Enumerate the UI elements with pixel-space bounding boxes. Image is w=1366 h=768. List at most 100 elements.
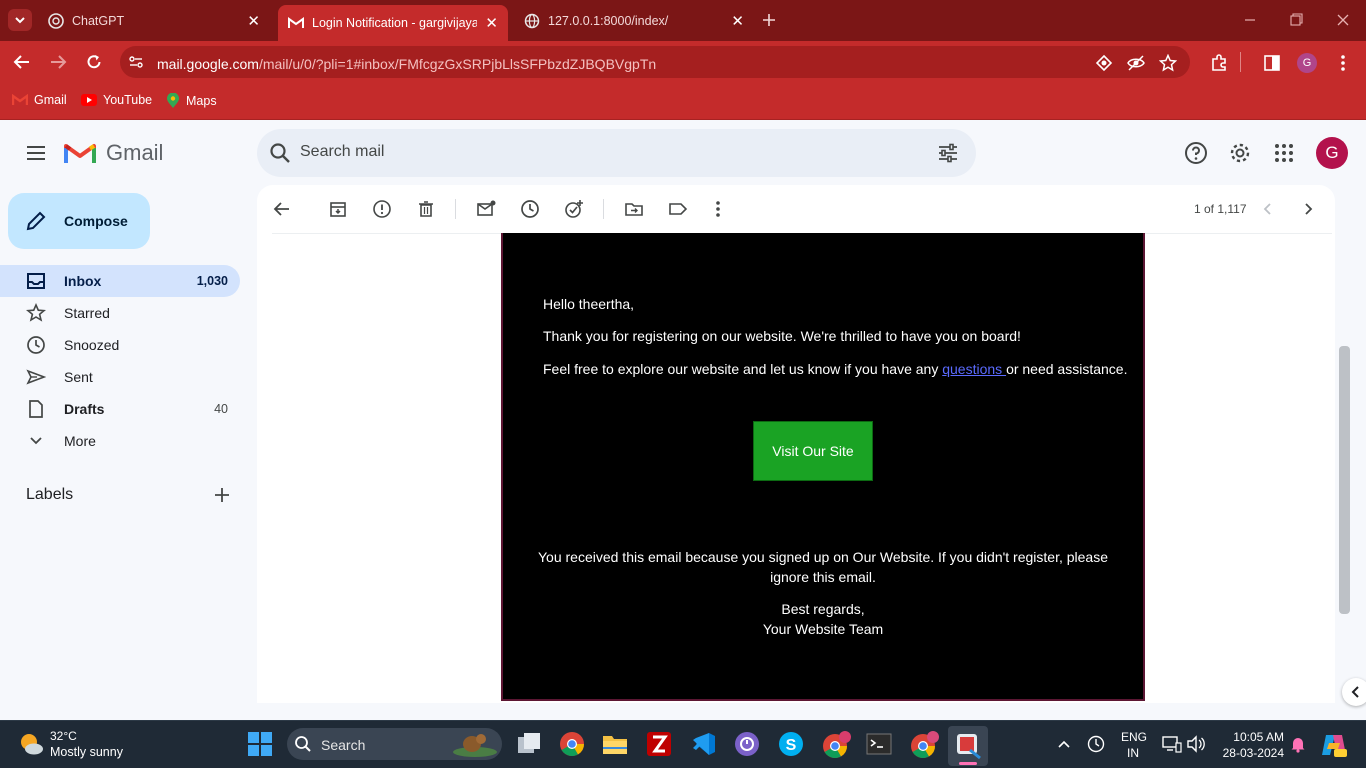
arrow-left-icon	[13, 55, 29, 69]
chrome-menu-button[interactable]	[1336, 53, 1350, 73]
bookmark-star-icon[interactable]	[1159, 54, 1177, 72]
close-icon[interactable]: ✕	[731, 12, 744, 30]
labels-button[interactable]	[668, 199, 688, 219]
chrome-profile-s-icon[interactable]	[910, 731, 940, 759]
move-to-button[interactable]	[624, 199, 644, 219]
search-icon[interactable]	[268, 141, 292, 165]
tab-chatgpt[interactable]: ChatGPT ✕	[38, 5, 270, 36]
task-view-icon[interactable]	[516, 731, 542, 757]
skype-icon[interactable]: S	[778, 731, 804, 757]
tab-search-button[interactable]	[8, 9, 32, 31]
back-button[interactable]	[12, 52, 32, 72]
archive-button[interactable]	[328, 199, 348, 219]
report-icon	[373, 200, 391, 218]
clock-time[interactable]: 10:05 AM	[1222, 730, 1284, 744]
chrome-icon[interactable]	[559, 731, 585, 757]
add-label-button[interactable]	[212, 485, 232, 505]
language-code[interactable]: ENG	[1121, 730, 1147, 744]
file-explorer-icon[interactable]	[602, 731, 628, 757]
globe-icon	[524, 13, 540, 28]
side-panel-toggle[interactable]	[1342, 678, 1366, 706]
tracking-off-icon[interactable]	[1126, 54, 1146, 72]
nav-snoozed[interactable]: Snoozed	[0, 329, 240, 361]
more-vert-icon	[716, 201, 720, 217]
nav-drafts[interactable]: Drafts 40	[0, 393, 240, 425]
active-app-indicator	[959, 762, 977, 765]
nav-more[interactable]: More	[0, 425, 240, 457]
bookmark-gmail[interactable]: Gmail	[12, 93, 67, 107]
search-options-icon[interactable]	[936, 141, 960, 165]
weather-sun-icon[interactable]	[18, 731, 44, 757]
clock-date[interactable]: 28-03-2024	[1220, 746, 1284, 760]
visit-our-site-button[interactable]: Visit Our Site	[753, 421, 873, 481]
gmail-icon	[12, 94, 28, 105]
send-icon	[26, 369, 46, 385]
questions-link[interactable]: questions	[942, 361, 1006, 377]
older-button[interactable]	[1298, 199, 1318, 219]
restore-button[interactable]	[1286, 10, 1306, 30]
mark-unread-button[interactable]	[476, 199, 496, 219]
reload-button[interactable]	[84, 52, 104, 72]
apps-grid-icon[interactable]	[1272, 141, 1296, 165]
lens-icon[interactable]	[1095, 54, 1113, 72]
snooze-button[interactable]	[520, 199, 540, 219]
newer-button[interactable]	[1258, 199, 1278, 219]
focus-clock-icon[interactable]	[1087, 735, 1105, 753]
signoff-line: Best regards,	[781, 601, 865, 617]
tab-localhost[interactable]: 127.0.0.1:8000/index/ ✕	[514, 5, 754, 36]
minimize-button[interactable]	[1240, 10, 1260, 30]
task-add-icon	[565, 200, 583, 218]
forward-button[interactable]	[48, 52, 68, 72]
podman-icon[interactable]	[734, 731, 760, 757]
email-greeting: Hello theertha,	[543, 296, 635, 312]
help-icon[interactable]	[1184, 141, 1208, 165]
snipping-tool-active[interactable]	[948, 726, 988, 766]
add-to-tasks-button[interactable]	[564, 199, 584, 219]
windows-start-icon[interactable]	[248, 732, 272, 756]
chevron-down-icon	[15, 17, 25, 24]
bookmark-youtube[interactable]: YouTube	[81, 93, 152, 107]
nav-label: Snoozed	[64, 337, 120, 353]
email-text: or need assistance.	[1006, 361, 1128, 377]
search-input[interactable]: Search mail	[300, 143, 384, 161]
gmail-logo-icon[interactable]	[64, 141, 96, 165]
close-window-button[interactable]	[1333, 10, 1353, 30]
nav-sent[interactable]: Sent	[0, 361, 240, 393]
site-info-icon[interactable]	[128, 54, 144, 70]
main-menu-button[interactable]	[24, 141, 48, 165]
account-avatar[interactable]: G	[1316, 137, 1348, 169]
extensions-icon[interactable]	[1209, 53, 1229, 73]
back-to-inbox-button[interactable]	[272, 199, 292, 219]
more-actions-button[interactable]	[712, 199, 724, 219]
signoff-line: Your Website Team	[762, 621, 884, 637]
report-spam-button[interactable]	[372, 199, 392, 219]
volume-icon[interactable]	[1186, 735, 1206, 753]
notification-bell-icon[interactable]	[1289, 735, 1307, 753]
folder-move-icon	[625, 203, 643, 216]
chrome-profile-g-icon[interactable]	[822, 731, 852, 759]
tab-login-notification[interactable]: Login Notification - gargivijayan ✕	[278, 5, 508, 41]
network-icon[interactable]	[1162, 735, 1182, 753]
url-host: mail.google.com	[157, 56, 259, 72]
close-icon[interactable]: ✕	[247, 12, 260, 30]
region-code[interactable]: IN	[1127, 746, 1139, 760]
terminal-icon[interactable]	[866, 731, 892, 757]
chevron-right-icon	[1305, 203, 1313, 215]
search-highlight-icon	[452, 730, 498, 758]
bookmark-maps[interactable]: Maps	[166, 93, 217, 109]
vscode-icon[interactable]	[690, 731, 716, 757]
nav-starred[interactable]: Starred	[0, 297, 240, 329]
filezilla-icon[interactable]	[646, 731, 672, 757]
copilot-icon[interactable]	[1320, 731, 1348, 759]
chevron-up-icon[interactable]	[1055, 735, 1073, 753]
profile-avatar[interactable]: G	[1297, 53, 1317, 73]
email-text: Feel free to explore our website and let…	[543, 361, 943, 377]
side-panel-icon[interactable]	[1263, 54, 1281, 72]
scrollbar-thumb[interactable]	[1339, 346, 1350, 614]
new-tab-button[interactable]	[759, 10, 779, 30]
archive-icon	[330, 202, 346, 217]
close-icon[interactable]: ✕	[485, 14, 498, 32]
settings-gear-icon[interactable]	[1228, 141, 1252, 165]
delete-button[interactable]	[416, 199, 436, 219]
nav-inbox[interactable]: Inbox 1,030	[0, 265, 240, 297]
